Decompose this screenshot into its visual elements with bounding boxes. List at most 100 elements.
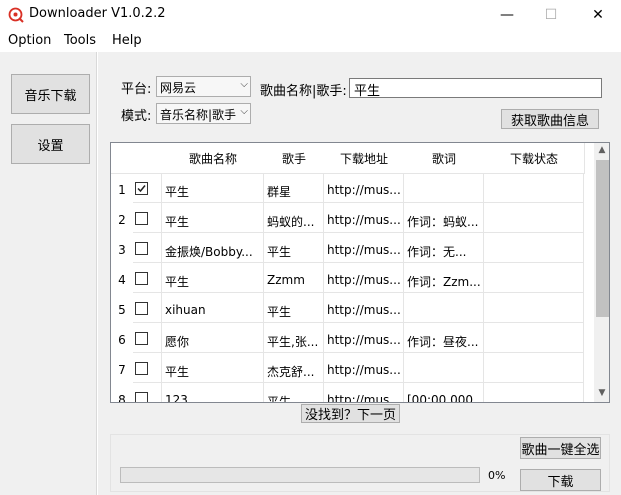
app-logo-icon (8, 7, 24, 23)
table-row[interactable]: 2 平生 蚂蚁的... http://mus... 作词：蚂蚁... (111, 203, 594, 233)
cell-download-status[interactable] (484, 263, 584, 293)
chevron-down-icon: ⌵ (238, 106, 248, 117)
row-checkbox[interactable] (135, 302, 148, 315)
select-all-button[interactable]: 歌曲一键全选 (520, 437, 601, 459)
next-page-button[interactable]: 没找到？下一页 (301, 404, 400, 423)
left-nav-pane (0, 52, 97, 495)
cell-download-status[interactable] (484, 293, 584, 323)
row-number-header (111, 143, 134, 174)
scrollbar-thumb[interactable] (596, 160, 609, 317)
cell-download-url[interactable]: http://mus... (324, 203, 404, 233)
cell-download-url[interactable]: http://mus... (324, 293, 404, 323)
column-header-lyrics[interactable]: 歌词 (404, 143, 485, 174)
row-checkbox[interactable] (135, 362, 148, 375)
column-header-download-url[interactable]: 下载地址 (324, 143, 405, 174)
scroll-up-icon[interactable]: ▲ (594, 145, 609, 155)
table-row[interactable]: 7 平生 杰克舒... http://mus... (111, 353, 594, 383)
menu-help[interactable]: Help (112, 33, 142, 48)
mode-label: 模式: (121, 109, 152, 124)
cell-lyrics[interactable]: 作词：蚂蚁... (404, 203, 484, 233)
chevron-down-icon: ⌵ (240, 79, 248, 90)
cell-artist[interactable]: 平生 (264, 293, 324, 323)
row-checkbox[interactable] (135, 332, 148, 345)
cell-download-status[interactable] (484, 173, 584, 203)
cell-lyrics[interactable] (404, 173, 484, 203)
cell-download-url[interactable]: http://mus... (324, 233, 404, 263)
column-header-song-name[interactable]: 歌曲名称 (162, 143, 265, 174)
progress-label: 0% (488, 469, 506, 482)
row-checkbox[interactable] (135, 272, 148, 285)
cell-song-name[interactable]: 愿你 (162, 323, 264, 353)
platform-label: 平台: (121, 82, 152, 97)
cell-artist[interactable]: 杰克舒... (264, 353, 324, 383)
cell-download-url[interactable]: http://mus... (324, 383, 404, 402)
cell-song-name[interactable]: 平生 (162, 263, 264, 293)
cell-lyrics[interactable] (404, 353, 484, 383)
table-row[interactable]: 3 金振焕/Bobby... 平生 http://mus... 作词：无... (111, 233, 594, 263)
cell-download-status[interactable] (484, 203, 584, 233)
row-number: 8 (118, 393, 126, 403)
minimize-icon: — (500, 7, 514, 23)
menu-tools[interactable]: Tools (64, 33, 96, 48)
row-checkbox[interactable] (135, 212, 148, 225)
row-checkbox[interactable] (135, 182, 148, 195)
cell-lyrics[interactable]: 作词：Zzm... (404, 263, 484, 293)
row-number: 2 (118, 213, 126, 227)
cell-download-status[interactable] (484, 323, 584, 353)
cell-download-url[interactable]: http://mus... (324, 173, 404, 203)
table-row[interactable]: 4 平生 Zzmm http://mus... 作词：Zzm... (111, 263, 594, 293)
cell-download-status[interactable] (484, 353, 584, 383)
row-checkbox[interactable] (135, 392, 148, 402)
cell-download-url[interactable]: http://mus... (324, 323, 404, 353)
cell-artist[interactable]: 平生 (264, 383, 324, 402)
cell-song-name[interactable]: xihuan (162, 293, 264, 323)
cell-lyrics[interactable]: 作词：昼夜... (404, 323, 484, 353)
cell-artist[interactable]: 平生,张... (264, 323, 324, 353)
fetch-song-info-button[interactable]: 获取歌曲信息 (501, 109, 599, 129)
checkbox-header (133, 143, 163, 174)
cell-song-name[interactable]: 金振焕/Bobby... (162, 233, 264, 263)
row-number: 3 (118, 243, 126, 257)
minimize-button[interactable]: — (484, 0, 530, 30)
table-row[interactable]: 6 愿你 平生,张... http://mus... 作词：昼夜... (111, 323, 594, 353)
menu-option[interactable]: Option (8, 33, 51, 48)
mode-select[interactable]: 音乐名称|歌手 ⌵ (156, 103, 251, 124)
window-title: Downloader V1.0.2.2 (29, 6, 166, 21)
platform-select[interactable]: 网易云 ⌵ (156, 76, 251, 97)
download-button[interactable]: 下载 (520, 469, 601, 491)
column-header-download-status[interactable]: 下载状态 (484, 143, 585, 174)
cell-artist[interactable]: Zzmm (264, 263, 324, 293)
column-header-artist[interactable]: 歌手 (264, 143, 325, 174)
cell-lyrics[interactable]: [00:00.000... (404, 383, 484, 402)
title-bar: Downloader V1.0.2.2 — ☐ ✕ (0, 0, 621, 30)
table-row[interactable]: 8 123 平生 http://mus... [00:00.000... (111, 383, 594, 403)
table-row[interactable]: 1 平生 群星 http://mus... (111, 173, 594, 203)
row-number: 4 (118, 273, 126, 287)
row-number: 1 (118, 183, 126, 197)
cell-artist[interactable]: 群星 (264, 173, 324, 203)
cell-song-name[interactable]: 平生 (162, 203, 264, 233)
cell-artist[interactable]: 平生 (264, 233, 324, 263)
cell-lyrics[interactable]: 作词：无... (404, 233, 484, 263)
cell-lyrics[interactable] (404, 293, 484, 323)
song-query-input[interactable]: 平生 (349, 78, 602, 99)
cell-song-name[interactable]: 平生 (162, 173, 264, 203)
cell-download-status[interactable] (484, 383, 584, 402)
table-row[interactable]: 5 xihuan 平生 http://mus... (111, 293, 594, 323)
cell-download-status[interactable] (484, 233, 584, 263)
cell-download-url[interactable]: http://mus... (324, 353, 404, 383)
maximize-button[interactable]: ☐ (528, 0, 574, 30)
cell-song-name[interactable]: 123 (162, 383, 264, 402)
checkmark-icon (137, 185, 146, 193)
scroll-down-icon[interactable]: ▼ (594, 388, 609, 398)
cell-song-name[interactable]: 平生 (162, 353, 264, 383)
cell-download-url[interactable]: http://mus... (324, 263, 404, 293)
settings-button[interactable]: 设置 (11, 124, 90, 164)
song-table: 歌曲名称 歌手 下载地址 歌词 下载状态 1 平生 群星 http://mus... 2… (110, 142, 610, 403)
close-button[interactable]: ✕ (575, 0, 621, 30)
row-checkbox[interactable] (135, 242, 148, 255)
cell-artist[interactable]: 蚂蚁的... (264, 203, 324, 233)
music-download-button[interactable]: 音乐下载 (11, 74, 90, 114)
mode-value: 音乐名称|歌手 (160, 108, 237, 122)
row-number: 5 (118, 303, 126, 317)
